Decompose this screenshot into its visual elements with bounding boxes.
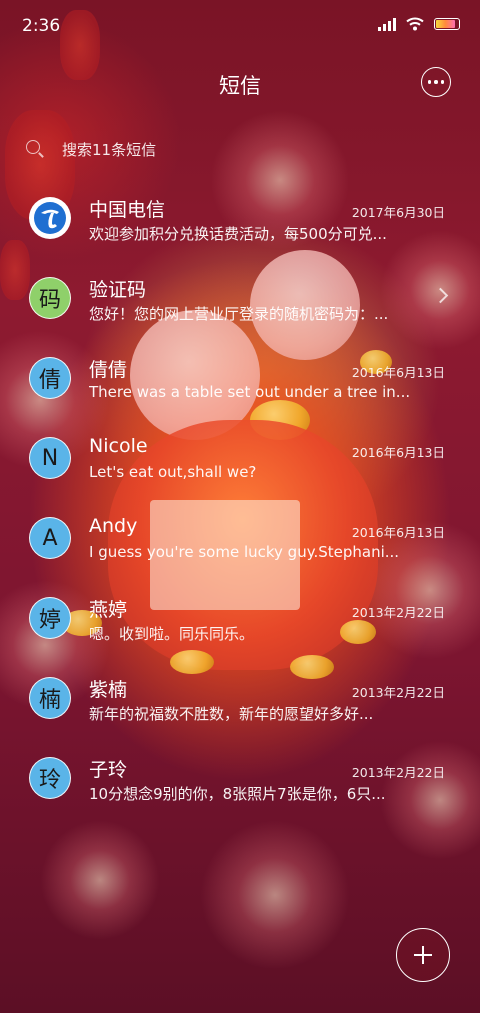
search-icon <box>26 140 40 154</box>
message-item[interactable]: 玲 子玲 2013年2月22日 10分想念9别的你，8张照片7张是你，6只... <box>0 740 480 820</box>
header: 短信 <box>0 58 480 110</box>
contact-name: 中国电信 <box>89 199 166 221</box>
avatar <box>29 197 71 239</box>
avatar: 玲 <box>29 757 71 799</box>
message-date: 2013年2月22日 <box>351 605 445 620</box>
avatar: 倩 <box>29 357 71 399</box>
avatar: 婷 <box>29 597 71 639</box>
message-preview: 新年的祝福数不胜数，新年的愿望好多好... <box>89 705 374 723</box>
sms-screen: 2:36 短信 搜索11条短信 中国电信 2017年6月30日 欢迎参加积分兑换… <box>0 0 480 1013</box>
contact-name: Nicole <box>89 435 148 457</box>
avatar: 楠 <box>29 677 71 719</box>
contact-name: 验证码 <box>89 279 147 301</box>
message-preview: 10分想念9别的你，8张照片7张是你，6只... <box>89 785 386 803</box>
message-preview: I guess you're some lucky guy.Stephani..… <box>89 543 400 561</box>
contact-name: 子玲 <box>89 759 128 781</box>
message-date: 2016年6月13日 <box>351 445 445 460</box>
signal-icon <box>378 17 396 31</box>
status-bar: 2:36 <box>0 0 480 52</box>
search-bar[interactable]: 搜索11条短信 <box>0 128 480 168</box>
message-preview: 嗯。收到啦。同乐同乐。 <box>89 625 255 643</box>
avatar: A <box>29 517 71 559</box>
message-preview: Let's eat out,shall we? <box>89 463 257 481</box>
avatar: 码 <box>29 277 71 319</box>
message-date: 2013年2月22日 <box>351 685 445 700</box>
new-message-button[interactable] <box>396 928 450 982</box>
message-preview: There was a table set out under a tree i… <box>89 383 409 401</box>
status-time: 2:36 <box>22 16 61 36</box>
message-item[interactable]: 楠 紫楠 2013年2月22日 新年的祝福数不胜数，新年的愿望好多好... <box>0 660 480 740</box>
china-telecom-logo-icon <box>34 202 66 234</box>
wifi-icon <box>406 17 424 31</box>
message-item[interactable]: A Andy 2016年6月13日 I guess you're some lu… <box>0 500 480 580</box>
more-button[interactable] <box>421 67 451 97</box>
battery-icon <box>434 18 460 30</box>
message-date: 2016年6月13日 <box>351 525 445 540</box>
message-date: 2013年2月22日 <box>351 765 445 780</box>
message-item[interactable]: N Nicole 2016年6月13日 Let's eat out,shall … <box>0 420 480 500</box>
message-list: 中国电信 2017年6月30日 欢迎参加积分兑换话费活动，每500分可兑... … <box>0 180 480 820</box>
message-preview: 欢迎参加积分兑换话费活动，每500分可兑... <box>89 225 387 243</box>
contact-name: 紫楠 <box>89 679 128 701</box>
more-icon <box>427 80 432 84</box>
message-item[interactable]: 中国电信 2017年6月30日 欢迎参加积分兑换话费活动，每500分可兑... <box>0 180 480 260</box>
contact-name: Andy <box>89 515 138 537</box>
message-date: 2017年6月30日 <box>351 205 445 220</box>
avatar: N <box>29 437 71 479</box>
chevron-right-icon <box>432 287 449 304</box>
status-icons <box>378 17 460 31</box>
message-item[interactable]: 婷 燕婷 2013年2月22日 嗯。收到啦。同乐同乐。 <box>0 580 480 660</box>
page-title: 短信 <box>219 74 261 98</box>
message-date: 2016年6月13日 <box>351 365 445 380</box>
message-preview: 您好！您的网上营业厅登录的随机密码为：... <box>89 305 389 323</box>
search-placeholder: 搜索11条短信 <box>62 141 157 159</box>
message-item[interactable]: 倩 倩倩 2016年6月13日 There was a table set ou… <box>0 340 480 420</box>
message-item[interactable]: 码 验证码 您好！您的网上营业厅登录的随机密码为：... <box>0 260 480 340</box>
contact-name: 倩倩 <box>89 359 128 381</box>
contact-name: 燕婷 <box>89 599 128 621</box>
